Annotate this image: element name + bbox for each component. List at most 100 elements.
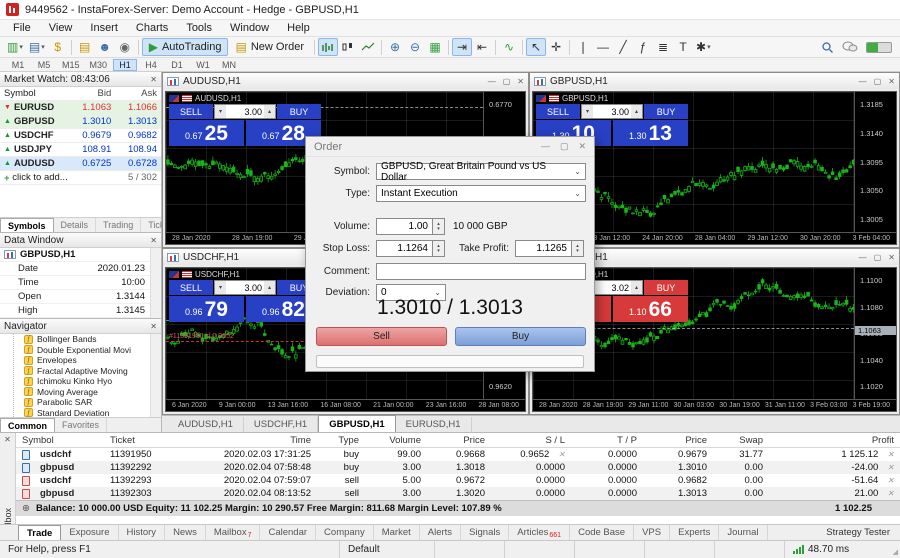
quick-buy-button[interactable]: BUY [644,280,688,295]
maximize-icon[interactable]: ▢ [503,77,511,86]
lot-increase-icon[interactable]: ▴ [264,281,275,294]
take-profit-input[interactable]: 1.1265 [515,240,572,257]
tab-market[interactable]: Market [374,525,420,540]
take-profit-spinner[interactable]: ▴▾ [572,240,584,257]
comment-input[interactable] [376,263,586,280]
position-row[interactable]: usdchf 11391950 2020.02.03 17:31:25 buy … [16,448,900,461]
lot-decrease-icon[interactable]: ▾ [215,281,226,294]
tab-signals[interactable]: Signals [461,525,509,540]
menu-insert[interactable]: Insert [81,21,127,35]
shapes-tool-button[interactable]: ✱▾ [693,38,714,56]
minimize-icon[interactable]: — [859,253,867,262]
chart-tab-eurusd[interactable]: EURUSD,H1 [396,417,472,432]
position-row[interactable]: usdchf 11392293 2020.02.04 07:59:07 sell… [16,474,900,487]
vertical-line-tool-button[interactable]: ❘ [573,38,593,56]
timeframe-m15[interactable]: M15 [58,59,84,71]
sell-button[interactable]: Sell [316,327,447,346]
navigator-item-dema[interactable]: fDouble Exponential Movi [24,345,150,356]
navigator-item-parabolic-sar[interactable]: fParabolic SAR [24,397,150,408]
buy-button[interactable]: Buy [455,327,586,346]
expand-icon[interactable]: ⊕ [22,503,30,514]
tab-articles[interactable]: Articles661 [509,525,570,540]
chat-icon[interactable] [842,41,858,53]
stop-loss-spinner[interactable]: ▴▾ [433,240,445,257]
text-tool-button[interactable]: T [673,38,693,56]
order-type-select[interactable]: Instant Execution⌄ [376,185,586,202]
timeframe-d1[interactable]: D1 [165,59,189,71]
tab-trade[interactable]: Trade [18,525,61,540]
tab-exposure[interactable]: Exposure [61,525,118,540]
tab-history[interactable]: History [119,525,166,540]
navigator-item-bollinger-bands[interactable]: fBollinger Bands [24,334,150,345]
navigator-item-moving-average[interactable]: fMoving Average [24,387,150,398]
market-watch-row-audusd[interactable]: ▲AUDUSD 0.6725 0.6728 [0,157,161,171]
search-icon[interactable] [821,41,834,54]
price-axis[interactable]: 1.1100 1.1080 1.1060 1.1040 1.1020 1.106… [854,268,896,399]
zoom-out-button[interactable]: ⊖ [405,38,425,56]
sell-price-box[interactable]: 0.6725 [169,120,244,146]
quick-buy-button[interactable]: BUY [644,104,688,119]
menu-view[interactable]: View [40,21,82,35]
price-axis[interactable]: 1.3185 1.3140 1.3095 1.3050 1.3005 [854,92,896,232]
maximize-icon[interactable]: ▢ [874,77,882,86]
status-profile[interactable]: Default [340,541,435,558]
tab-experts[interactable]: Experts [670,525,719,540]
fibonacci-tool-button[interactable]: ƒ [633,38,653,56]
tab-common[interactable]: Common [0,418,55,432]
close-icon[interactable]: ✕ [150,322,157,331]
resize-grip[interactable]: ◢ [890,541,900,558]
lot-size-stepper[interactable]: ▾3.00▴ [214,104,276,119]
navigator-item-ichimoku[interactable]: fIchimoku Kinko Hyo [24,376,150,387]
cursor-tool-button[interactable]: ↖ [526,38,546,56]
lot-size-value[interactable]: 3.02 [593,281,631,294]
order-dialog-titlebar[interactable]: Order — ▢ ✕ [306,137,594,157]
close-icon[interactable]: ✕ [150,236,157,245]
quick-buy-button[interactable]: BUY [277,104,321,119]
lot-size-value[interactable]: 3.00 [226,281,264,294]
market-watch-row-gbpusd[interactable]: ▲GBPUSD 1.3010 1.3013 [0,115,161,129]
market-watch-row-usdjpy[interactable]: ▲USDJPY 108.91 108.94 [0,143,161,157]
minimize-icon[interactable]: — [488,77,496,86]
maximize-icon[interactable]: ▢ [560,141,569,152]
tile-windows-button[interactable]: ▦ [425,38,445,56]
menu-file[interactable]: File [4,21,40,35]
tab-journal[interactable]: Journal [719,525,767,540]
quick-sell-button[interactable]: SELL [536,104,580,119]
tab-calendar[interactable]: Calendar [260,525,316,540]
auto-scroll-button[interactable]: ⇥ [452,38,472,56]
position-row[interactable]: gbpusd 11392292 2020.02.04 07:58:48 buy … [16,461,900,474]
new-order-button[interactable]: ▤New Order [228,38,311,56]
strategy-tester-toggle[interactable]: Strategy Tester [826,525,900,540]
stop-loss-input[interactable]: 1.1264 [376,240,433,257]
zoom-in-button[interactable]: ⊕ [385,38,405,56]
autotrading-button[interactable]: ▶AutoTrading [142,38,229,56]
new-chart-dropdown-icon[interactable]: ▾ [19,43,23,51]
data-window-scrollbar[interactable] [150,248,161,318]
maximize-icon[interactable]: ▢ [874,253,882,262]
timeframe-mn[interactable]: MN [217,59,241,71]
data-folder-button[interactable]: $ [48,38,68,56]
horizontal-line-tool-button[interactable]: — [593,38,613,56]
lot-decrease-icon[interactable]: ▾ [582,105,593,118]
navigator-scrollbar[interactable] [150,334,161,417]
shapes-dropdown-icon[interactable]: ▾ [707,43,711,51]
channel-tool-button[interactable]: ≣ [653,38,673,56]
navigator-item-standard-deviation[interactable]: fStandard Deviation [24,408,150,418]
market-watch-row-eurusd[interactable]: ▼EURUSD 1.1063 1.1066 [0,101,161,115]
close-position-icon[interactable]: ✕ [887,450,894,459]
status-latency[interactable]: 48.70 ms [785,541,890,558]
lot-decrease-icon[interactable]: ▾ [215,105,226,118]
bar-chart-mode-button[interactable] [318,38,338,56]
lot-increase-icon[interactable]: ▴ [631,281,642,294]
buy-price-box[interactable]: 1.1066 [613,296,688,322]
timeframe-w1[interactable]: W1 [191,59,215,71]
lot-size-stepper[interactable]: ▾3.00▴ [581,104,643,119]
chart-shift-button[interactable]: ⇤ [472,38,492,56]
chart-tab-usdchf[interactable]: USDCHF,H1 [244,417,318,432]
position-row[interactable]: gbpusd 11392303 2020.02.04 08:13:52 sell… [16,487,900,500]
timeframe-m30[interactable]: M30 [86,59,112,71]
community-button[interactable]: ☻ [95,38,115,56]
order-dialog[interactable]: Order — ▢ ✕ Symbol: GBPUSD, Great Britai… [305,136,595,372]
timeframe-h1[interactable]: H1 [113,59,137,71]
time-axis[interactable]: 6 Jan 2020 9 Jan 00:00 13 Jan 16:00 16 J… [166,399,525,411]
